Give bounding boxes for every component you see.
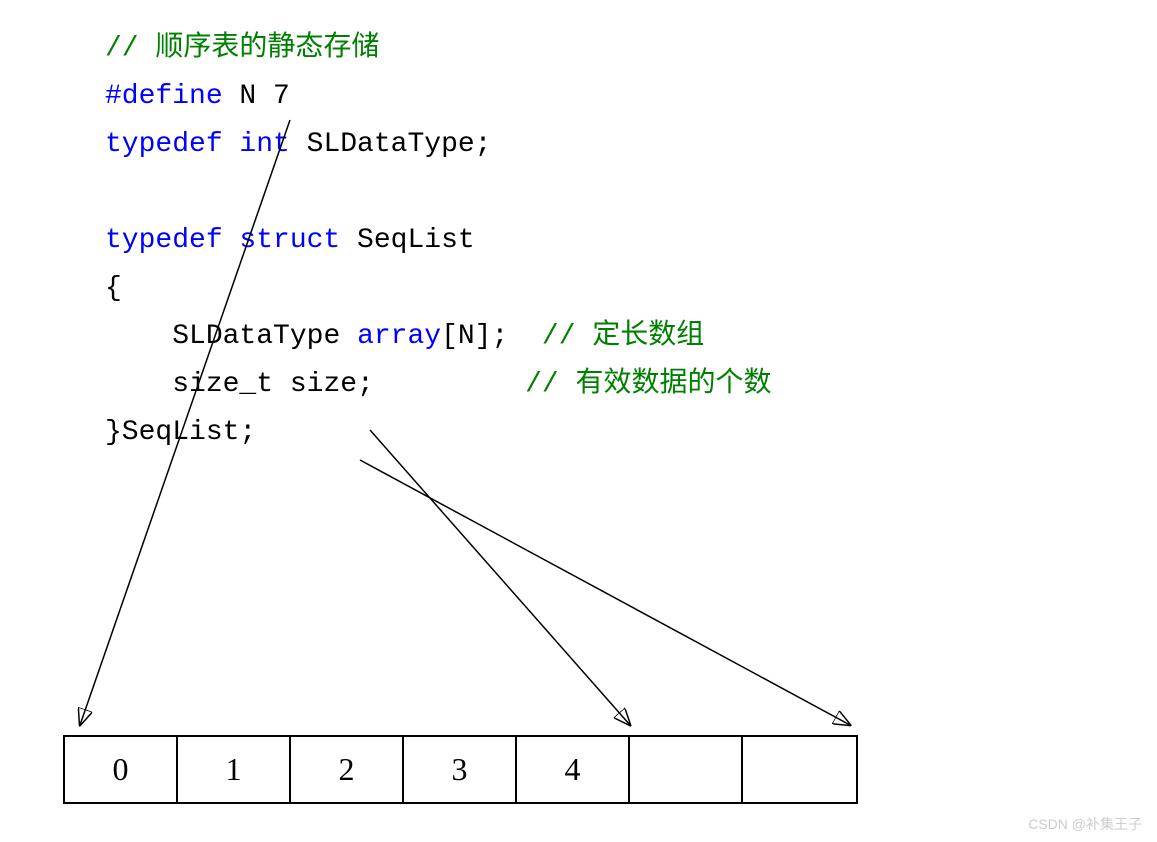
- member-array: array: [357, 321, 441, 352]
- array-cell-6: [743, 737, 856, 802]
- code-line-2: #define N 7: [105, 73, 772, 121]
- array-cell-1: 1: [178, 737, 291, 802]
- arrow-size-to-filled: [370, 430, 630, 725]
- struct-name: SeqList: [340, 225, 474, 256]
- close-brace: }SeqList;: [105, 417, 256, 448]
- keyword-struct: struct: [239, 225, 340, 256]
- comment-text: // 顺序表的静态存储: [105, 33, 379, 64]
- array-diagram: 0 1 2 3 4: [63, 735, 858, 804]
- watermark: CSDN @补集王子: [1028, 814, 1142, 834]
- array-dim: [N];: [441, 321, 508, 352]
- comment-array: // 定长数组: [508, 321, 704, 352]
- code-line-7: size_t size; // 有效数据的个数: [105, 361, 772, 409]
- code-line-1: // 顺序表的静态存储: [105, 25, 772, 73]
- array-cell-0: 0: [65, 737, 178, 802]
- code-line-3: typedef int SLDataType;: [105, 121, 772, 169]
- code-line-6: SLDataType array[N]; // 定长数组: [105, 313, 772, 361]
- open-brace: {: [105, 273, 122, 304]
- typedef-name: SLDataType;: [290, 129, 492, 160]
- member-size: size_t size;: [172, 369, 374, 400]
- code-block: // 顺序表的静态存储 #define N 7 typedef int SLDa…: [105, 25, 772, 457]
- define-value: N 7: [223, 81, 290, 112]
- array-cell-4: 4: [517, 737, 630, 802]
- comment-size: // 有效数据的个数: [374, 369, 772, 400]
- array-cell-3: 3: [404, 737, 517, 802]
- code-line-4: typedef struct SeqList: [105, 217, 772, 265]
- code-line-blank: [105, 169, 772, 217]
- member-type: SLDataType: [172, 321, 357, 352]
- keyword-typedef: typedef: [105, 129, 239, 160]
- code-line-5: {: [105, 265, 772, 313]
- arrow-array-to-end: [360, 460, 850, 725]
- keyword-define: #define: [105, 81, 223, 112]
- array-cell-2: 2: [291, 737, 404, 802]
- code-line-8: }SeqList;: [105, 409, 772, 457]
- keyword-typedef: typedef: [105, 225, 239, 256]
- array-cell-5: [630, 737, 743, 802]
- keyword-int: int: [239, 129, 289, 160]
